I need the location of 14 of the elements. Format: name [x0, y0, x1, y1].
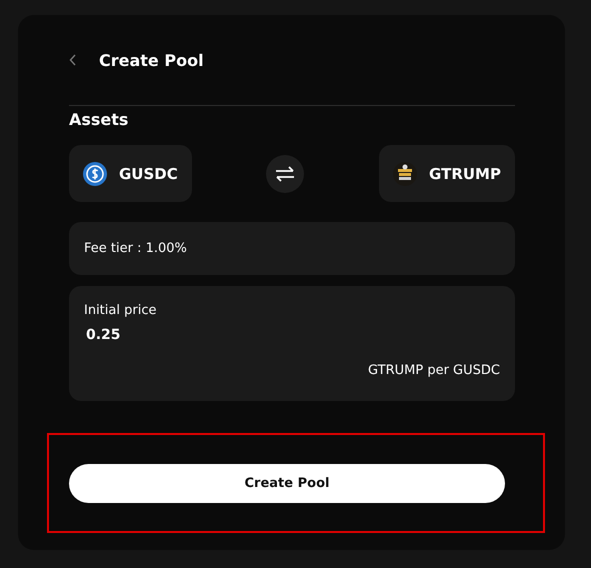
coin-icon — [83, 162, 107, 186]
section-label: Assets — [69, 109, 130, 131]
create-pool-button[interactable]: Create Pool — [69, 464, 505, 502]
swap-icon — [275, 166, 296, 182]
token-selector[interactable]: GUSDC — [69, 145, 192, 202]
swap-button[interactable] — [266, 154, 304, 192]
back-icon[interactable] — [69, 54, 77, 66]
token-icon — [393, 162, 418, 186]
page-title: Create Pool — [99, 50, 204, 70]
field-label: Initial price — [84, 303, 156, 318]
price-input[interactable]: 0.25 — [84, 327, 208, 343]
price-unit: GTRUMP per GUSDC — [368, 363, 500, 378]
fee-tier-label: Fee tier : 1.00% — [84, 241, 187, 256]
token-selector[interactable]: GTRUMP — [379, 145, 515, 202]
